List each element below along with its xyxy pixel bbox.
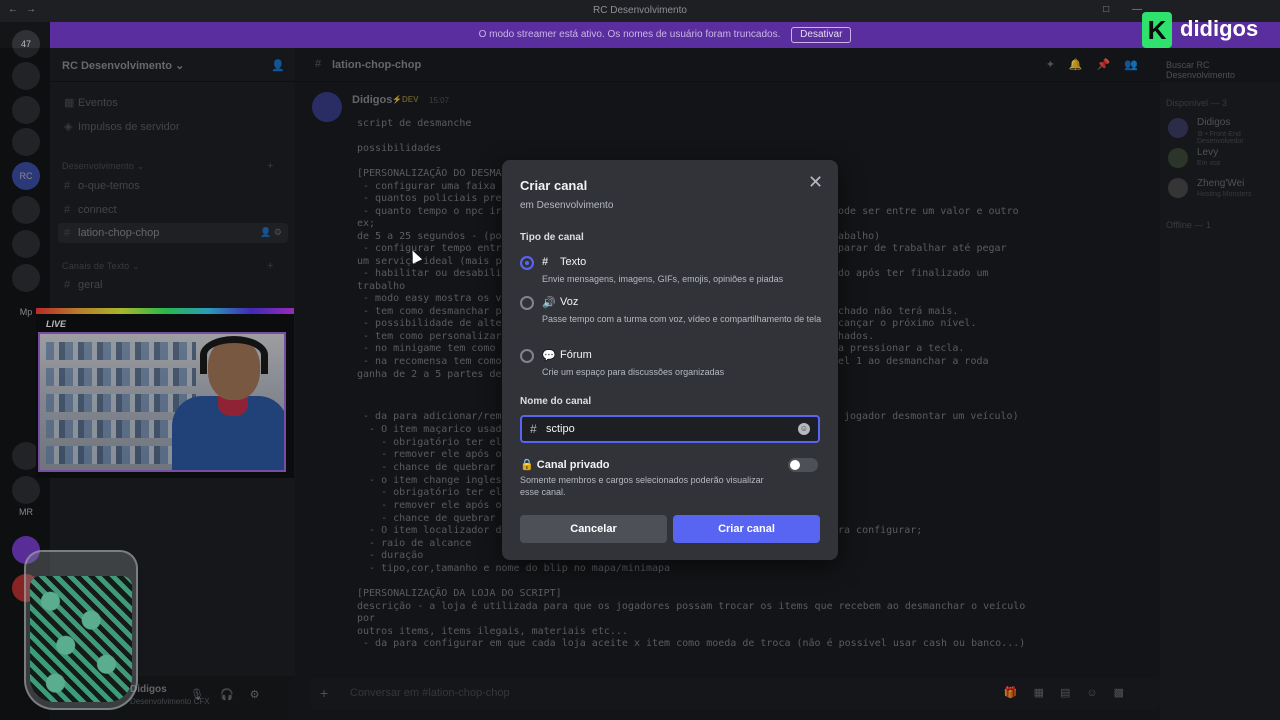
speaker-icon: 🔊	[542, 297, 556, 309]
hash-icon: #	[542, 256, 549, 268]
option-desc: Crie um espaço para discussões organizad…	[542, 367, 725, 377]
didigos-logo: K didigos	[1142, 10, 1272, 50]
modal-title: Criar canal	[520, 178, 588, 193]
create-channel-modal: Criar canal em Desenvolvimento ✕ Tipo de…	[502, 160, 838, 560]
channel-type-heading: Tipo de canal	[520, 232, 584, 243]
disable-streamer-mode-button[interactable]: Desativar	[791, 27, 852, 43]
streamer-mode-text: O modo streamer está ativo. Os nomes de …	[478, 29, 781, 40]
option-label: Fórum	[560, 349, 592, 361]
create-channel-button[interactable]: Criar canal	[673, 515, 820, 543]
logo-word: didigos	[1180, 16, 1259, 41]
modal-subtitle: em Desenvolvimento	[520, 200, 614, 211]
private-channel-text: Canal privado	[536, 459, 610, 471]
forum-icon: 💬	[542, 350, 556, 362]
radio-forum[interactable]	[520, 349, 534, 363]
private-channel-toggle[interactable]	[788, 458, 818, 472]
channel-name-field[interactable]: # ☺	[520, 415, 820, 443]
option-label: Voz	[560, 296, 579, 308]
emoji-icon[interactable]: ☺	[798, 423, 810, 435]
title-bar: ←→ RC Desenvolvimento □ —	[0, 0, 1280, 22]
option-desc: Envie mensagens, imagens, GIFs, emojis, …	[542, 274, 784, 284]
private-channel-desc: Somente membros e cargos selecionados po…	[520, 475, 764, 497]
toggle-knob	[790, 460, 800, 470]
cancel-button[interactable]: Cancelar	[520, 515, 667, 543]
option-desc: Passe tempo com a turma com voz, vídeo e…	[542, 314, 822, 324]
radio-text[interactable]	[520, 256, 534, 270]
private-channel-label: 🔒 Canal privado	[520, 459, 610, 471]
window-title: RC Desenvolvimento	[593, 5, 687, 16]
logo-mark: K	[1142, 12, 1172, 48]
radio-voice[interactable]	[520, 296, 534, 310]
channel-name-heading: Nome do canal	[520, 396, 592, 407]
option-label: Texto	[560, 256, 587, 268]
channel-name-input[interactable]	[546, 421, 786, 437]
streamer-mode-banner: O modo streamer está ativo. Os nomes de …	[50, 22, 1280, 48]
hash-icon: #	[530, 422, 537, 436]
close-icon[interactable]: ✕	[808, 172, 823, 193]
